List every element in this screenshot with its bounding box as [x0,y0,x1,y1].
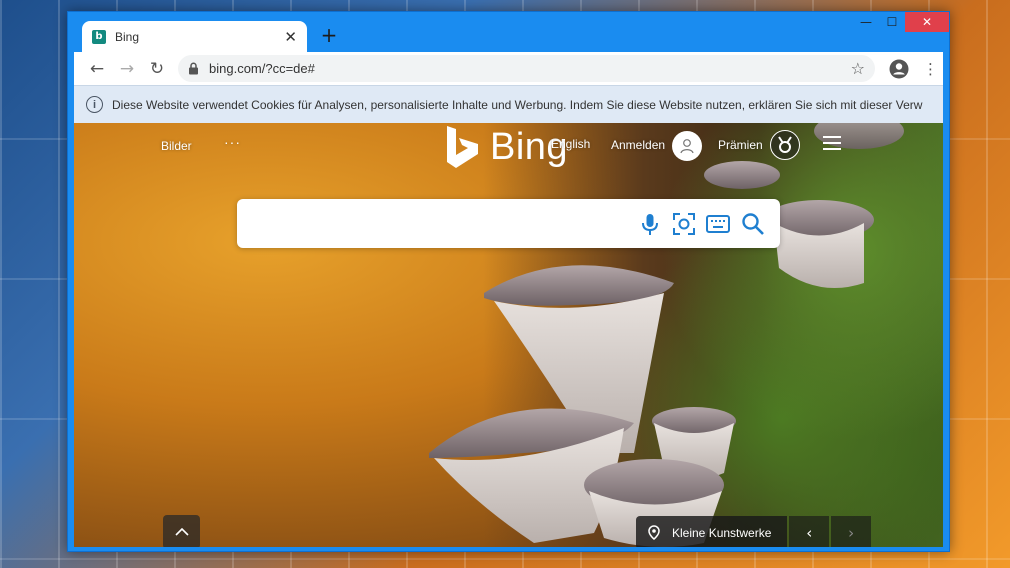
new-tab-button[interactable]: + [318,24,340,46]
back-button[interactable]: ← [82,55,112,83]
image-info-button[interactable]: Kleine Kunstwerke [636,516,788,547]
reload-button[interactable]: ↻ [142,55,172,83]
info-icon: i [86,96,103,113]
rewards-trophy-icon[interactable] [770,130,800,160]
keyboard-icon[interactable] [705,211,731,237]
profile-icon[interactable] [889,59,909,79]
rewards-link[interactable]: Prämien [718,138,763,152]
close-window-button[interactable]: ✕ [905,12,949,32]
forward-button[interactable]: → [112,55,142,83]
nav-images-link[interactable]: Bilder [161,139,192,153]
nav-more-icon[interactable]: ··· [224,134,241,150]
lock-icon [189,62,198,75]
hamburger-menu-icon[interactable] [823,136,841,154]
bing-logo[interactable]: Bing [444,125,568,169]
image-caption-bar: Kleine Kunstwerke ‹ › [636,516,871,547]
bing-favicon-icon: b [92,29,106,44]
address-bar[interactable]: bing.com/?cc=de# ☆ [178,55,875,82]
next-image-button[interactable]: › [831,516,871,547]
user-icon [680,139,694,154]
page-viewport: Bilder ··· Bing English Anmelden Prämien [74,123,943,547]
medal-icon [778,136,792,153]
english-link[interactable]: English [551,137,590,151]
url-text: bing.com/?cc=de# [209,61,315,76]
location-pin-icon [648,525,660,540]
cookie-notice-text: Diese Website verwendet Cookies für Anal… [112,97,923,112]
search-icon[interactable] [740,211,766,237]
scroll-up-button[interactable] [163,515,200,547]
window-controls: — ☐ ✕ [853,12,949,32]
cookie-infobar: i Diese Website verwendet Cookies für An… [74,85,943,123]
mushroom-photo [429,123,904,547]
browser-window: b Bing ✕ + — ☐ ✕ ← → ↻ bing.com/?cc=de# … [67,11,950,552]
tab-title: Bing [115,29,140,44]
bing-b-icon [447,126,478,168]
search-box [237,199,780,248]
bookmark-star-icon[interactable]: ☆ [851,59,865,78]
chevron-up-icon [174,528,189,536]
image-caption-title: Kleine Kunstwerke [672,525,772,540]
signin-link[interactable]: Anmelden [611,138,665,152]
search-input[interactable] [251,209,631,238]
tab-bing[interactable]: b Bing ✕ [82,21,307,52]
visual-search-icon[interactable] [671,211,697,237]
microphone-icon[interactable] [637,211,663,237]
browser-toolbar: ← → ↻ bing.com/?cc=de# ☆ ⋮ [74,52,943,85]
user-avatar[interactable] [672,131,702,161]
previous-image-button[interactable]: ‹ [789,516,830,547]
browser-menu-icon[interactable]: ⋮ [923,60,938,78]
tab-close-icon[interactable]: ✕ [284,28,297,46]
minimize-button[interactable]: — [853,12,879,32]
maximize-button[interactable]: ☐ [879,12,905,32]
title-bar: b Bing ✕ + — ☐ ✕ [68,12,949,52]
